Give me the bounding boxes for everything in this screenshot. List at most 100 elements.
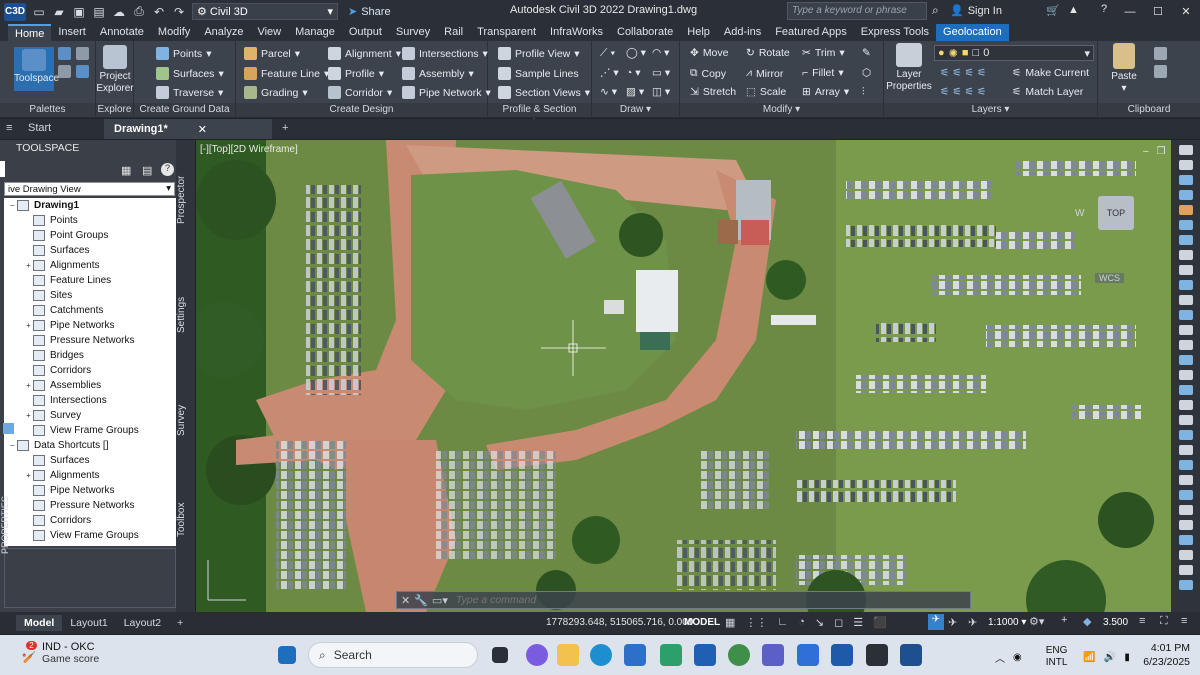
annotation-scale-icon[interactable]: ✈ xyxy=(968,616,977,629)
tree-item[interactable]: Points xyxy=(4,213,176,228)
tab-layout2[interactable]: Layout2 xyxy=(116,615,169,631)
redo-icon[interactable]: ↷ xyxy=(172,5,186,19)
grid-icon[interactable]: ▦ xyxy=(725,616,735,629)
search-input[interactable]: Type a keyword or phrase xyxy=(787,2,927,20)
tree-item[interactable]: + Alignments xyxy=(4,258,176,273)
intersections-button[interactable]: Intersections ▾ xyxy=(402,47,488,60)
expand-toggle-icon[interactable]: + xyxy=(24,321,33,330)
nav-tool-icon[interactable] xyxy=(1178,430,1193,440)
nav-tool-icon[interactable] xyxy=(1178,175,1193,185)
properties-tab[interactable]: PROPERTIES xyxy=(0,485,16,565)
viewcube-west-label[interactable]: W xyxy=(1075,208,1084,219)
annotation-value[interactable]: 3.500 xyxy=(1103,617,1128,628)
autodesk-a360-icon[interactable]: ▲ xyxy=(1068,4,1079,16)
tree-item[interactable]: Catchments xyxy=(4,303,176,318)
expand-toggle-icon[interactable]: + xyxy=(24,261,33,270)
rectangle-icon[interactable]: ▭ ▾ xyxy=(652,67,670,79)
add-layout-button[interactable]: + xyxy=(169,615,191,631)
save-as-icon[interactable]: ▤ xyxy=(92,5,106,19)
new-tab-button[interactable]: + xyxy=(272,119,298,139)
close-icon[interactable]: ✕ xyxy=(198,123,207,136)
grid-icon[interactable]: ▦ xyxy=(121,164,131,177)
nav-tool-icon[interactable] xyxy=(1178,565,1193,575)
stretch-button[interactable]: ⇲ Stretch xyxy=(690,86,736,98)
expand-toggle-icon[interactable]: − xyxy=(8,441,17,450)
tab-manage[interactable]: Manage xyxy=(288,24,342,41)
tree-item[interactable]: Sites xyxy=(4,288,176,303)
tab-analyze[interactable]: Analyze xyxy=(197,24,250,41)
expand-toggle-icon[interactable]: + xyxy=(24,381,33,390)
ortho-icon[interactable]: ∟ xyxy=(777,616,788,629)
tree-item[interactable]: Corridors xyxy=(4,513,176,528)
prospector-icon[interactable] xyxy=(58,47,71,60)
sign-in-button[interactable]: 👤 Sign In xyxy=(950,4,1002,18)
trim-button[interactable]: ✂ Trim ▾ xyxy=(802,47,845,59)
section-views-button[interactable]: Section Views ▾ xyxy=(498,86,590,99)
profile-button[interactable]: Profile ▾ xyxy=(328,67,384,80)
close-icon[interactable]: ✕ xyxy=(401,594,410,607)
tab-survey[interactable]: Survey xyxy=(176,385,195,455)
traverse-button[interactable]: Traverse ▾ xyxy=(156,86,223,99)
corridor-button[interactable]: Corridor ▾ xyxy=(328,86,392,99)
minimize-icon[interactable]: — xyxy=(1116,6,1144,18)
tree-item[interactable]: + Assemblies xyxy=(4,378,176,393)
tab-insert[interactable]: Insert xyxy=(51,24,93,41)
taskbar-clock[interactable]: 4:01 PM 6/23/2025 xyxy=(1135,641,1190,669)
panel-title[interactable]: Draw ▾ xyxy=(592,103,679,117)
tab-geolocation[interactable]: Geolocation xyxy=(936,24,1009,41)
workspace-dropdown[interactable]: ⚙ Civil 3D ▾ xyxy=(192,3,338,20)
help-icon[interactable]: ? xyxy=(1101,3,1107,15)
tab-settings[interactable]: Settings xyxy=(176,280,195,350)
layer-properties-button[interactable]: Layer Properties xyxy=(886,43,932,93)
close-icon[interactable]: ✕ xyxy=(1172,5,1200,18)
tab-layout1[interactable]: Layout1 xyxy=(62,615,115,631)
tree-item[interactable]: View Frame Groups xyxy=(4,528,176,543)
nav-tool-icon[interactable] xyxy=(1178,340,1193,350)
share-button[interactable]: ➤ Share xyxy=(348,5,391,19)
copy-button[interactable]: ⧉ Copy xyxy=(690,67,726,80)
tree-item[interactable]: Surfaces xyxy=(4,243,176,258)
drawing-viewport[interactable]: [-][Top][2D Wireframe] – ❐ ✕ W TOP WCS ✕… xyxy=(196,140,1171,612)
nav-tool-icon[interactable] xyxy=(1178,205,1193,215)
gear-icon[interactable]: ⚙▾ xyxy=(1029,615,1044,628)
assembly-button[interactable]: Assembly ▾ xyxy=(402,67,474,80)
copilot-icon[interactable] xyxy=(526,644,548,666)
toolspace-handle[interactable] xyxy=(0,161,5,177)
expand-toggle-icon[interactable]: + xyxy=(24,411,33,420)
ellipse-icon[interactable]: ◔ ▾ xyxy=(626,67,641,79)
nav-tool-icon[interactable] xyxy=(1178,190,1193,200)
polyline-icon[interactable]: ⋰ ▾ xyxy=(600,67,619,79)
survey-icon[interactable] xyxy=(58,65,71,78)
nav-tool-icon[interactable] xyxy=(1178,370,1193,380)
explode-icon[interactable]: ⬡ xyxy=(862,67,871,79)
security-icon[interactable]: ◉ xyxy=(1013,652,1022,663)
tab-prospector[interactable]: Prospector xyxy=(176,160,195,240)
toolspace-button[interactable]: Toolspace xyxy=(14,47,59,91)
model-space-button[interactable]: MODEL xyxy=(684,617,720,628)
app-logo-icon[interactable]: C3D xyxy=(4,2,26,21)
polar-icon[interactable]: ◔ xyxy=(798,616,805,629)
tab-collaborate[interactable]: Collaborate xyxy=(610,24,680,41)
teams-icon[interactable] xyxy=(762,644,784,666)
annotation-autoscale-icon[interactable]: ✈ xyxy=(948,616,957,629)
spline-icon[interactable]: ∿ ▾ xyxy=(600,86,617,98)
viewcube[interactable]: TOP xyxy=(1098,196,1134,230)
coordinate-readout[interactable]: 1778293.648, 515065.716, 0.000 xyxy=(546,617,693,628)
annotation-visibility-icon[interactable]: ✈ xyxy=(928,614,944,630)
line-icon[interactable]: ⟋ ▾ xyxy=(600,47,615,60)
undo-icon[interactable]: ↶ xyxy=(152,5,166,19)
rotate-button[interactable]: ↻ Rotate xyxy=(746,47,790,59)
snap-icon[interactable]: ⋮⋮ xyxy=(745,616,767,629)
wrench-icon[interactable]: 🔧 xyxy=(414,594,428,607)
menu-icon[interactable]: ≡ xyxy=(1181,615,1187,627)
project-explorer-button[interactable]: Project Explorer xyxy=(96,45,134,95)
copy-clip-icon[interactable] xyxy=(1154,65,1167,78)
volume-icon[interactable]: 🔊 xyxy=(1104,652,1116,663)
tab-modify[interactable]: Modify xyxy=(151,24,197,41)
cloud-icon[interactable]: ☁ xyxy=(112,5,126,19)
expand-toggle-icon[interactable]: − xyxy=(8,201,17,210)
tree-item[interactable]: Feature Lines xyxy=(4,273,176,288)
annotation-scale-dropdown[interactable]: 1:1000 ▾ xyxy=(988,617,1026,628)
print-icon[interactable]: ⎙ xyxy=(132,4,146,19)
tab-home[interactable]: Home xyxy=(8,24,52,41)
